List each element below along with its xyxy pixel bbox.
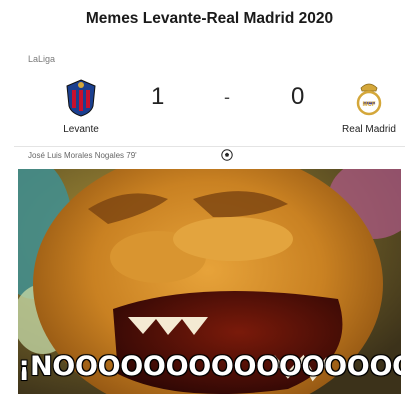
card-divider xyxy=(14,146,405,147)
page: Memes Levante-Real Madrid 2020 LaLiga Le… xyxy=(0,0,419,400)
home-team[interactable]: Levante xyxy=(36,78,126,135)
goal-scorer: José Luis Morales Nogales 79' xyxy=(28,151,137,160)
home-team-name: Levante xyxy=(63,124,99,135)
svg-text:MCF: MCF xyxy=(363,102,376,108)
match-card[interactable]: LaLiga Levante 1 - 0 MCF Real Madrid Jos… xyxy=(14,44,405,168)
page-title: Memes Levante-Real Madrid 2020 xyxy=(85,10,334,27)
league-label: LaLiga xyxy=(28,54,56,64)
levante-crest-icon xyxy=(66,79,96,117)
away-team-name: Real Madrid xyxy=(342,124,396,135)
away-score: 0 xyxy=(291,83,305,110)
meme-caption: ¡NOOOOOOOOOOOOOOOO! xyxy=(18,350,401,383)
score-separator: - xyxy=(224,87,230,107)
meme-image: ¡NOOOOOOOOOOOOOOOO! xyxy=(18,169,401,394)
away-team[interactable]: MCF Real Madrid xyxy=(324,78,414,135)
real-madrid-crest-icon: MCF xyxy=(356,83,382,116)
soccer-ball-icon xyxy=(221,149,233,161)
home-score: 1 xyxy=(151,83,165,110)
